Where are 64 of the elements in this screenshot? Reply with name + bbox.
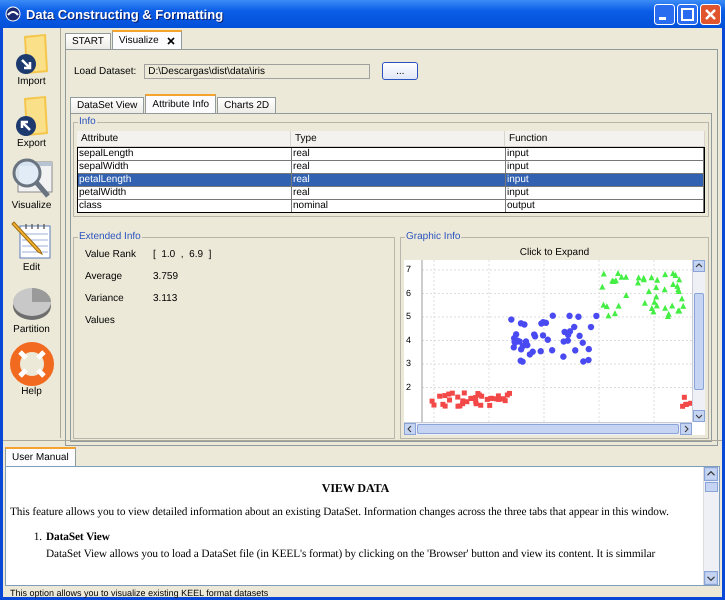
window-title: Data Constructing & Formatting: [26, 6, 224, 22]
scroll-left-icon[interactable]: [404, 423, 416, 435]
tab[interactable]: User Manual: [5, 447, 76, 466]
sidebar-button[interactable]: Help: [3, 342, 60, 404]
horizontal-scrollbar[interactable]: [404, 422, 692, 435]
close-icon[interactable]: [166, 36, 175, 44]
table-row[interactable]: petalLength real input: [78, 173, 704, 186]
browse-button[interactable]: ...: [382, 62, 418, 80]
scrollbar-thumb[interactable]: [417, 424, 679, 434]
tab[interactable]: Charts 2D: [217, 97, 276, 113]
list-item-text: DataSet View allows you to load a DataSet file (in KEEL's format) by clicking on the 'Browser' button and view its content. It is simmilar: [46, 548, 656, 560]
scroll-down-icon[interactable]: [704, 571, 718, 585]
axis-tick-label: 5: [406, 311, 412, 321]
group-title: Graphic Info: [405, 231, 462, 242]
chart-caption[interactable]: Click to Expand: [404, 246, 705, 260]
axis-tick-label: 7: [406, 264, 412, 274]
list-item-title: DataSet View: [46, 530, 111, 545]
sidebar-button[interactable]: Import: [3, 32, 60, 94]
minimize-icon[interactable]: [654, 4, 675, 24]
sidebar-button[interactable]: Edit: [3, 218, 60, 280]
field-value: 3.759: [153, 271, 180, 282]
vertical-scrollbar[interactable]: [703, 467, 719, 585]
tab[interactable]: DataSet View: [70, 97, 144, 113]
status-text: This option allows you to visualize existing KEEL format datasets: [9, 587, 270, 600]
column-header[interactable]: Attribute: [77, 131, 291, 147]
manual-heading: VIEW DATA: [320, 481, 390, 496]
field-label: Average: [85, 271, 124, 282]
field-value: [ 1.0 , 6.9 ]: [153, 249, 212, 260]
dataset-path-field[interactable]: D:\Descargas\dist\data\iris: [144, 64, 370, 78]
sidebar-button[interactable]: Export: [3, 94, 60, 156]
column-header[interactable]: Function: [505, 131, 705, 147]
field-value: 3.113: [153, 293, 178, 304]
column-header[interactable]: Type: [291, 131, 505, 147]
scroll-up-icon[interactable]: [704, 467, 718, 481]
axis-tick-label: 4: [406, 334, 412, 344]
axis-tick-label: 6: [406, 288, 412, 298]
list-number: 1.: [32, 530, 43, 545]
manual-paragraph: This feature allows you to view detailed information about an existing DataSet. Information changes across the three tabs that appear in this window.: [10, 505, 670, 520]
table-row[interactable]: petalWidth real input: [78, 186, 704, 199]
sidebar-button[interactable]: Visualize: [3, 156, 60, 218]
scroll-up-icon[interactable]: [693, 260, 705, 272]
tab[interactable]: START: [65, 33, 111, 49]
sidebar-button[interactable]: Partition: [3, 280, 60, 342]
vertical-scrollbar[interactable]: [692, 260, 705, 422]
axis-tick-label: 3: [406, 358, 412, 368]
group-title: Extended Info: [78, 231, 142, 242]
lifebuoy-icon: [10, 342, 54, 386]
scroll-right-icon[interactable]: [680, 423, 692, 435]
app-logo-icon: [5, 6, 21, 22]
axis-tick-label: 2: [406, 382, 412, 392]
tab[interactable]: Attribute Info: [145, 94, 216, 113]
field-label: Variance: [85, 293, 125, 304]
field-label: Load Dataset:: [74, 66, 136, 76]
field-label: Values: [85, 315, 116, 326]
table-row[interactable]: sepalLength real input: [78, 148, 704, 160]
magnifier-icon: [10, 156, 54, 200]
group-title: Info: [78, 116, 97, 127]
table-row[interactable]: class nominal output: [78, 199, 704, 212]
maximize-icon[interactable]: [677, 4, 698, 24]
scrollbar-thumb[interactable]: [694, 292, 704, 390]
scroll-down-icon[interactable]: [693, 410, 705, 422]
field-label: Value Rank: [85, 249, 137, 260]
tab[interactable]: Visualize: [112, 30, 182, 49]
scrollbar-thumb[interactable]: [705, 482, 718, 492]
